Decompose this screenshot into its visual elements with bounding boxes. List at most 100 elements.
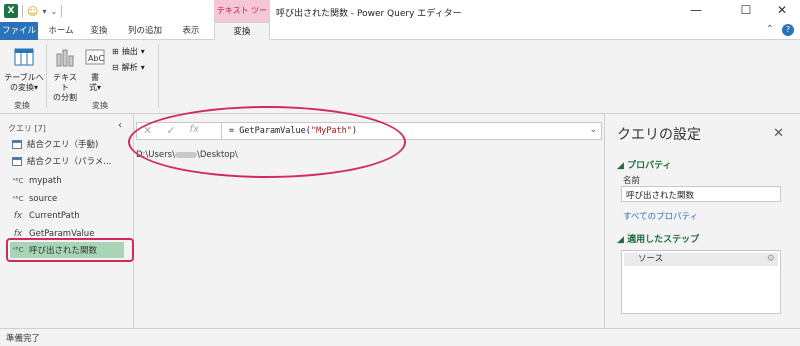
help-area: ⌃ ? [766,24,794,36]
collapse-ribbon-icon[interactable]: ⌃ [766,24,774,36]
query-label: mypath [29,176,62,186]
queries-pane: クエリ [7] ‹ 結合クエリ（手動) 結合クエリ（パラメ... ᴬᴮC myp… [0,114,134,328]
ribbon-tab-bar: ファイル ホーム 変換 列の追加 表示 変換 ⌃ ? [0,22,800,40]
extract-button[interactable]: ⊞ 抽出 ▾ [112,46,145,57]
queries-header: クエリ [7] [8,124,46,133]
step-item[interactable]: ソース ⚙ [624,253,778,266]
result-value: D:\Users\ \Desktop\ [136,150,238,160]
abc-icon: ᴬᴮC [12,246,24,254]
group-divider [158,44,159,108]
settings-title: クエリの設定 [617,127,701,143]
abc-icon: ᴬᴮC [12,195,24,203]
query-label: 結合クエリ（手動) [27,140,99,150]
customize-toolbar-icon[interactable]: ⌄ [50,7,57,16]
expand-formula-icon[interactable]: ⌄ [589,125,597,135]
table-icon [12,139,22,149]
check-icon[interactable]: ✓ [166,124,175,137]
fx-icon: fx [13,211,23,221]
status-bar: 準備完了 [0,328,800,346]
collapse-pane-icon[interactable]: ‹ [118,120,122,131]
table-icon [12,156,22,166]
name-label: 名前 [623,176,641,186]
ribbon: テーブルへ の変換▾ 変換 テキスト の分割 AbC 書 式▾ ⊞ 抽出 ▾ ⊟… [0,40,800,114]
properties-header-label: プロパティ [627,161,672,171]
abc-icon: ᴬᴮC [12,177,24,185]
formula-argument: "MyPath" [310,126,352,136]
query-item[interactable]: 結合クエリ（手動) [12,136,130,152]
tab-home[interactable]: ホーム [44,22,78,40]
gear-icon[interactable]: ⚙ [767,253,775,266]
properties-section-header[interactable]: ◢ プロパティ [617,158,672,171]
tab-add-column[interactable]: 列の追加 [120,22,170,40]
fx-icon: fx [13,229,23,239]
result-path-start: D:\Users\ [136,150,175,160]
status-text: 準備完了 [6,334,41,344]
applied-steps-header-label: 適用したステップ [627,235,700,245]
format-button[interactable]: AbC 書 式▾ [82,46,108,93]
applied-steps-list: ソース ⚙ [621,250,781,314]
minimize-button[interactable]: — [688,3,704,17]
name-field[interactable]: 呼び出された関数 [621,186,781,202]
query-label: source [29,194,58,204]
formula-suffix: ) [351,126,357,136]
split-text-button[interactable]: テキスト の分割 [50,46,80,103]
format-label-2: 式 [88,83,97,92]
title-bar: X ☺ ▾ ⌄ テキスト ツール 呼び出された関数 - Power Query … [0,0,800,37]
chevron-down-icon: ▾ [140,47,145,56]
format-label-1: 書 [91,73,99,82]
fx-icon[interactable]: fx [189,124,198,137]
context-tab-text-tools: テキスト ツール [214,0,270,37]
group-label-transform-1: 変換 [14,101,30,110]
query-item[interactable]: ᴬᴮC source [12,191,130,207]
to-table-button[interactable]: テーブルへ の変換▾ [4,46,44,93]
query-item[interactable]: 結合クエリ（パラメ... [12,153,130,169]
smiley-feedback-icon[interactable]: ☺ [27,5,38,18]
parse-label: 解析 [121,63,138,72]
divider [22,5,23,17]
maximize-button[interactable]: ☐ [738,3,754,17]
close-button[interactable]: ✕ [774,3,790,17]
all-properties-link[interactable]: すべてのプロパティ [623,210,698,222]
tab-text-transform[interactable]: 変換 [214,22,270,40]
extract-label: 抽出 [121,47,138,56]
divider [221,123,222,139]
quick-access-toolbar: X ☺ ▾ ⌄ [4,4,63,18]
formula-buttons: ✕ ✓ fx [143,124,199,137]
group-divider [46,44,47,108]
main-preview-area: ✕ ✓ fx = GetParamValue("MyPath") ⌄ D:\Us… [134,114,604,328]
formula-bar[interactable]: ✕ ✓ fx = GetParamValue("MyPath") ⌄ [136,122,602,140]
query-label: CurrentPath [29,211,80,221]
query-item-selected[interactable]: ᴬᴮC 呼び出された関数 [10,242,124,258]
extract-icon: ⊞ [112,47,119,56]
result-path-end: \Desktop\ [196,150,238,160]
parse-button[interactable]: ⊟ 解析 ▾ [112,62,145,73]
to-table-label-1: テーブルへ [4,73,44,82]
applied-steps-section-header[interactable]: ◢ 適用したステップ [617,232,699,245]
query-item[interactable]: ᴬᴮC mypath [12,173,130,189]
dropdown-arrow-icon[interactable]: ▾ [42,7,46,16]
tab-transform[interactable]: 変換 [84,22,114,40]
parse-icon: ⊟ [112,63,119,72]
query-label: 呼び出された関数 [29,246,98,256]
window-title: 呼び出された関数 - Power Query エディター [276,9,462,19]
formula-prefix: = GetParamValue( [229,126,311,136]
triangle-collapse-icon: ◢ [617,161,628,171]
help-icon[interactable]: ? [782,24,794,36]
svg-text:AbC: AbC [88,54,105,63]
query-settings-pane: クエリの設定 ✕ ◢ プロパティ 名前 呼び出された関数 すべてのプロパティ ◢… [604,114,800,328]
cancel-x-icon[interactable]: ✕ [143,124,152,137]
chevron-down-icon: ▾ [33,83,38,92]
excel-app-icon: X [4,4,18,18]
group-label-transform-2: 変換 [92,101,108,110]
query-item[interactable]: fx GetParamValue [12,226,130,242]
close-icon[interactable]: ✕ [773,126,784,141]
tab-view[interactable]: 表示 [176,22,206,40]
chevron-down-icon: ▾ [140,63,145,72]
tab-file[interactable]: ファイル [0,22,38,40]
query-item[interactable]: fx CurrentPath [12,208,130,224]
format-text-icon: AbC [85,49,105,65]
chevron-down-icon: ▾ [96,83,101,92]
split-text-label-1: テキスト [53,73,77,92]
query-label: 結合クエリ（パラメ... [27,157,112,167]
formula-text[interactable]: = GetParamValue("MyPath") [229,126,357,136]
